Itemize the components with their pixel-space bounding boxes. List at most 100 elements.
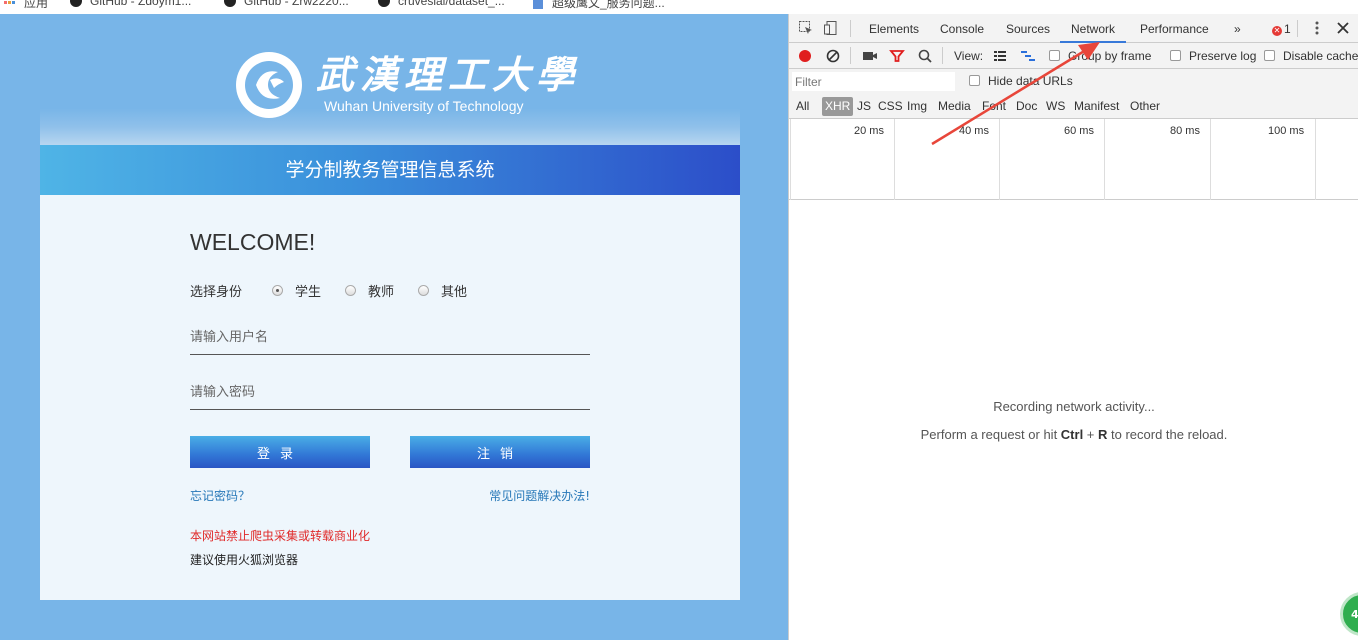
- type-filter-manifest[interactable]: Manifest: [1071, 97, 1122, 116]
- bookmark-github-3[interactable]: cruvesial/dataset_...: [378, 0, 505, 8]
- type-filter-all[interactable]: All: [793, 97, 812, 116]
- role-option-label: 其他: [441, 285, 468, 300]
- bookmark-apps[interactable]: 应用: [4, 0, 48, 11]
- kebab-menu-icon[interactable]: [1309, 20, 1325, 36]
- radio-unselected-icon: [345, 285, 357, 296]
- tab-console[interactable]: Console: [929, 14, 995, 43]
- timeline-tick-label: 100 ms: [1268, 125, 1305, 137]
- checkbox-label: Group by frame: [1068, 49, 1152, 63]
- devtools-panel: Elements Console Sources Network Perform…: [788, 14, 1358, 640]
- type-filter-doc[interactable]: Doc: [1013, 97, 1040, 116]
- timeline-tick-label: 80 ms: [1170, 125, 1200, 137]
- tab-network[interactable]: Network: [1060, 14, 1127, 43]
- view-label: View:: [954, 49, 984, 63]
- username-input[interactable]: [190, 321, 590, 355]
- page-icon: [533, 0, 543, 9]
- login-card: WELCOME! 选择身份 学生 教师 其他 登录 注销 忘记密码？ 常见问题解…: [40, 195, 740, 600]
- github-icon: [378, 0, 390, 7]
- hide-data-urls-checkbox[interactable]: Hide data URLs: [969, 69, 1073, 94]
- toolbar-divider: [942, 47, 943, 64]
- checkbox-label: Disable cache: [1283, 49, 1358, 63]
- inspect-element-icon[interactable]: [798, 20, 814, 36]
- type-filter-media[interactable]: Media: [935, 97, 974, 116]
- error-count-badge[interactable]: ✕ 1: [1272, 14, 1291, 43]
- type-filter-xhr[interactable]: XHR: [822, 97, 854, 116]
- more-tabs-button[interactable]: »: [1223, 14, 1252, 43]
- role-option-label: 教师: [368, 285, 395, 300]
- device-toolbar-icon[interactable]: [823, 20, 839, 36]
- type-filter-other[interactable]: Other: [1127, 97, 1163, 116]
- role-selector: 选择身份 学生 教师 其他: [190, 281, 491, 300]
- type-filter-ws[interactable]: WS: [1043, 97, 1068, 116]
- reload-hint: Perform a request or hit Ctrl + R to rec…: [789, 427, 1358, 442]
- password-input[interactable]: [190, 376, 590, 410]
- radio-selected-icon: [272, 285, 284, 296]
- forgot-password-link[interactable]: 忘记密码？: [190, 487, 250, 504]
- waterfall-overview-icon[interactable]: [1020, 48, 1036, 64]
- tab-performance[interactable]: Performance: [1129, 14, 1220, 43]
- timeline-gridline: [790, 119, 791, 200]
- university-name-en: Wuhan University of Technology: [324, 98, 524, 114]
- checkbox-label: Hide data URLs: [988, 74, 1073, 88]
- radio-unselected-icon: [418, 285, 430, 296]
- bookmark-github-2[interactable]: GitHub - Zrw2220...: [224, 0, 349, 8]
- github-icon: [224, 0, 236, 7]
- disable-cache-checkbox[interactable]: Disable cache: [1264, 43, 1358, 69]
- large-rows-icon[interactable]: [992, 48, 1008, 64]
- type-filter-img[interactable]: Img: [904, 97, 930, 116]
- network-overview-timeline[interactable]: 20 ms 40 ms 60 ms 80 ms 100 ms: [789, 119, 1358, 200]
- network-toolbar: View: Group by frame Preserve log Disabl…: [789, 43, 1358, 69]
- role-option-label: 学生: [295, 285, 322, 300]
- checkbox-unchecked-icon: [969, 75, 980, 86]
- role-radio-teacher[interactable]: 教师: [345, 281, 394, 300]
- hint-key-ctrl: Ctrl: [1060, 427, 1084, 442]
- university-emblem-icon: [236, 52, 302, 118]
- tab-elements[interactable]: Elements: [858, 14, 930, 43]
- resource-type-filters: All XHR JS CSS Img Media Font Doc WS Man…: [789, 94, 1358, 119]
- close-icon[interactable]: [1335, 20, 1351, 36]
- toolbar-divider: [850, 47, 851, 64]
- tab-sources[interactable]: Sources: [995, 14, 1061, 43]
- bookmark-label: GitHub - Zrw2220...: [244, 0, 349, 8]
- type-filter-font[interactable]: Font: [979, 97, 1009, 116]
- timeline-gridline: [1210, 119, 1211, 200]
- bookmark-github-1[interactable]: GitHub - Zdoym1...: [70, 0, 191, 8]
- login-button[interactable]: 登录: [190, 436, 370, 468]
- search-icon[interactable]: [917, 48, 933, 64]
- error-count: 1: [1284, 22, 1291, 36]
- checkbox-unchecked-icon: [1049, 50, 1060, 61]
- toolbar-divider: [850, 20, 851, 37]
- cancel-button[interactable]: 注销: [410, 436, 590, 468]
- system-title: 学分制教务管理信息系统: [40, 145, 740, 195]
- faq-link[interactable]: 常见问题解决办法!: [489, 487, 590, 504]
- timeline-tick-label: 60 ms: [1064, 125, 1094, 137]
- bookmark-label: cruvesial/dataset_...: [398, 0, 505, 8]
- devtools-tab-bar: Elements Console Sources Network Perform…: [789, 14, 1358, 43]
- role-radio-other[interactable]: 其他: [418, 281, 467, 300]
- crawler-notice: 本网站禁止爬虫采集或转载商业化: [190, 529, 371, 543]
- filter-input[interactable]: [792, 72, 955, 91]
- timeline-gridline: [999, 119, 1000, 200]
- record-icon[interactable]: [797, 48, 813, 64]
- hint-prefix: Perform a request or hit: [920, 427, 1061, 442]
- university-name-cn: 武漢理工大學: [316, 52, 581, 97]
- role-radio-student[interactable]: 学生: [272, 281, 321, 300]
- toolbar-divider: [1297, 20, 1298, 37]
- type-filter-js[interactable]: JS: [854, 97, 874, 116]
- clear-icon[interactable]: [825, 48, 841, 64]
- bookmark-label: GitHub - Zdoym1...: [90, 0, 192, 8]
- login-page: 武漢理工大學 Wuhan University of Technology 学分…: [0, 14, 788, 640]
- timeline-tick-label: 20 ms: [854, 125, 884, 137]
- error-icon: ✕: [1272, 26, 1282, 36]
- screenshot-camera-icon[interactable]: [862, 48, 878, 64]
- filter-row: Hide data URLs: [789, 69, 1358, 94]
- group-by-frame-checkbox[interactable]: Group by frame: [1049, 43, 1151, 69]
- checkbox-label: Preserve log: [1189, 49, 1257, 63]
- preserve-log-checkbox[interactable]: Preserve log: [1170, 43, 1256, 69]
- type-filter-css[interactable]: CSS: [875, 97, 906, 116]
- recording-status: Recording network activity...: [993, 399, 1155, 414]
- timeline-gridline: [894, 119, 895, 200]
- bookmark-page[interactable]: 超级鹰文_服务问题...: [532, 0, 665, 11]
- filter-funnel-icon[interactable]: [889, 48, 905, 64]
- checkbox-unchecked-icon: [1170, 50, 1181, 61]
